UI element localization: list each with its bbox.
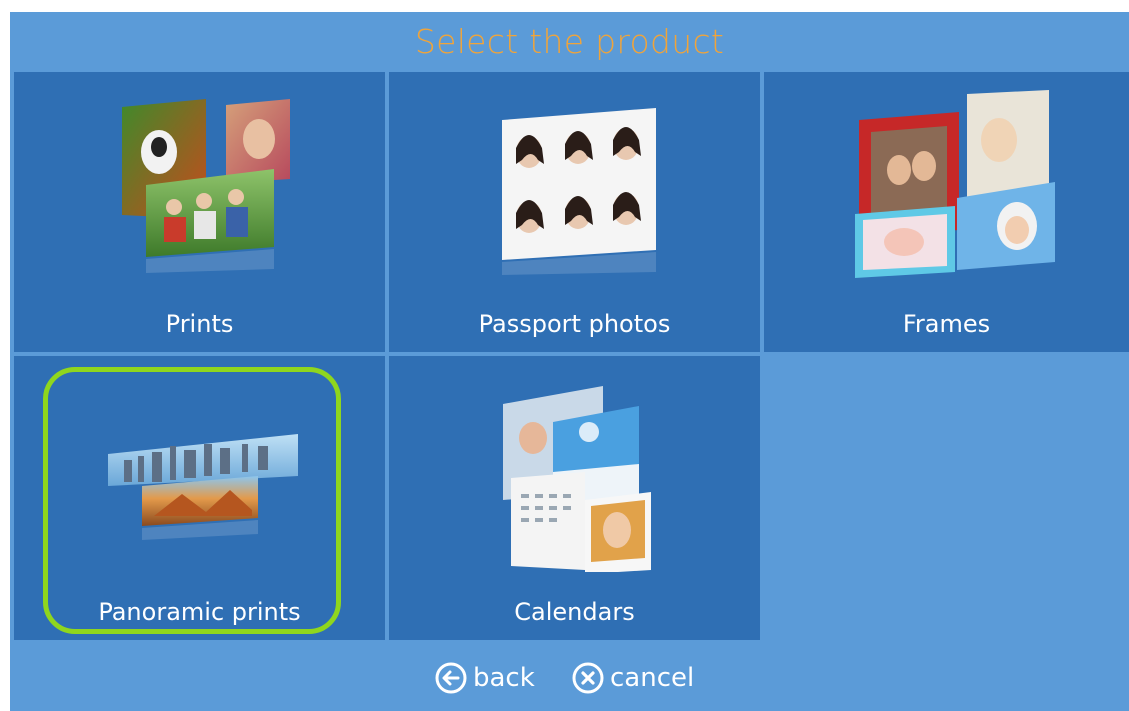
- product-tile-frames[interactable]: Frames: [764, 72, 1129, 352]
- product-tile-prints[interactable]: Prints: [14, 72, 385, 352]
- cancel-button[interactable]: cancel: [572, 662, 694, 694]
- cancel-label: cancel: [610, 663, 695, 693]
- product-label: Panoramic prints: [98, 598, 301, 626]
- calendars-icon: [503, 386, 651, 572]
- close-circle-icon: [572, 662, 604, 694]
- panoramic-prints-icon: [108, 434, 298, 540]
- product-label: Prints: [165, 310, 234, 338]
- arrow-left-circle-icon: [435, 662, 467, 694]
- footer-nav: back cancel: [10, 643, 1129, 711]
- product-tile-calendars[interactable]: Calendars: [389, 356, 760, 640]
- back-label: back: [473, 663, 535, 693]
- product-label: Passport photos: [478, 310, 671, 338]
- prints-photos-icon: [122, 99, 290, 273]
- passport-photos-icon: [502, 108, 656, 275]
- back-button[interactable]: back: [435, 662, 535, 694]
- product-label: Frames: [902, 310, 991, 338]
- page-title: Select the product: [414, 22, 725, 61]
- product-tile-passport-photos[interactable]: Passport photos: [389, 72, 760, 352]
- product-selection-screen: Select the product Prints Passport photo…: [10, 12, 1129, 711]
- frames-photos-icon: [855, 90, 1055, 278]
- product-tile-panoramic-prints[interactable]: Panoramic prints: [14, 356, 385, 640]
- product-label: Calendars: [514, 598, 635, 626]
